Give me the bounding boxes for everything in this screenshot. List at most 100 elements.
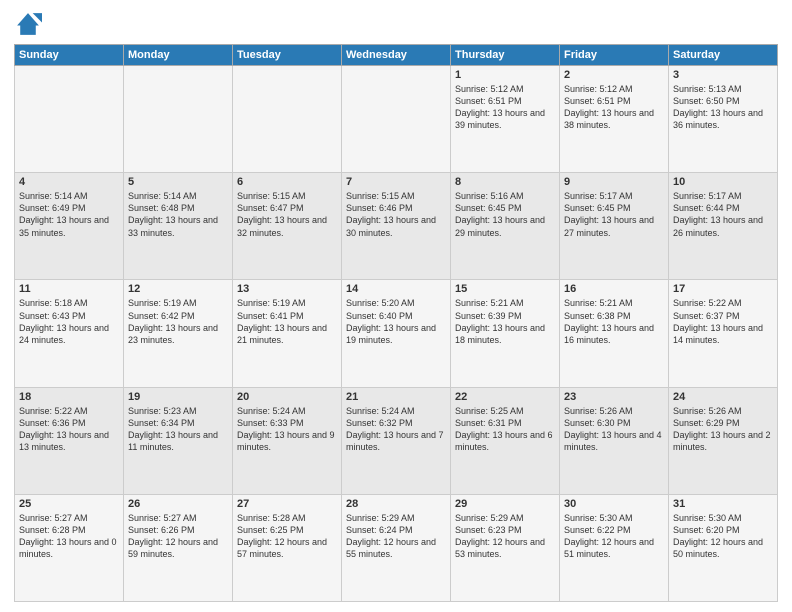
day-cell: 1 Sunrise: 5:12 AM Sunset: 6:51 PM Daylig… — [451, 66, 560, 173]
day-number: 7 — [346, 176, 446, 188]
day-cell: 7 Sunrise: 5:15 AM Sunset: 6:46 PM Daylig… — [342, 173, 451, 280]
day-info: Sunrise: 5:14 AM Sunset: 6:48 PM Dayligh… — [128, 190, 228, 239]
day-info: Sunrise: 5:23 AM Sunset: 6:34 PM Dayligh… — [128, 405, 228, 454]
logo — [14, 10, 46, 38]
day-cell: 30 Sunrise: 5:30 AM Sunset: 6:22 PM Dayli… — [560, 494, 669, 601]
day-number: 19 — [128, 391, 228, 403]
col-header-monday: Monday — [124, 45, 233, 66]
col-header-saturday: Saturday — [669, 45, 778, 66]
week-row-1: 4Sunrise: 5:14 AM Sunset: 6:49 PM Daylig… — [15, 173, 778, 280]
day-info: Sunrise: 5:28 AM Sunset: 6:25 PM Dayligh… — [237, 512, 337, 561]
day-number: 6 — [237, 176, 337, 188]
week-row-4: 25 Sunrise: 5:27 AM Sunset: 6:28 PM Dayli… — [15, 494, 778, 601]
day-info: Sunrise: 5:15 AM Sunset: 6:46 PM Dayligh… — [346, 190, 446, 239]
calendar-table: SundayMondayTuesdayWednesdayThursdayFrid… — [14, 44, 778, 602]
day-number: 26 — [128, 498, 228, 510]
day-info: Sunrise: 5:21 AM Sunset: 6:39 PM Dayligh… — [455, 297, 555, 346]
logo-icon — [14, 10, 42, 38]
day-cell: 19 Sunrise: 5:23 AM Sunset: 6:34 PM Dayli… — [124, 387, 233, 494]
day-info: Sunrise: 5:17 AM Sunset: 6:45 PM Dayligh… — [564, 190, 664, 239]
day-info: Sunrise: 5:29 AM Sunset: 6:24 PM Dayligh… — [346, 512, 446, 561]
page: SundayMondayTuesdayWednesdayThursdayFrid… — [0, 0, 792, 612]
day-info: Sunrise: 5:18 AM Sunset: 6:43 PM Dayligh… — [19, 297, 119, 346]
day-number: 11 — [19, 283, 119, 295]
day-info: Sunrise: 5:24 AM Sunset: 6:32 PM Dayligh… — [346, 405, 446, 454]
day-info: Sunrise: 5:16 AM Sunset: 6:45 PM Dayligh… — [455, 190, 555, 239]
calendar-body: 1 Sunrise: 5:12 AM Sunset: 6:51 PM Daylig… — [15, 66, 778, 602]
day-number: 16 — [564, 283, 664, 295]
day-number: 14 — [346, 283, 446, 295]
day-info: Sunrise: 5:24 AM Sunset: 6:33 PM Dayligh… — [237, 405, 337, 454]
day-cell: 2Sunrise: 5:12 AM Sunset: 6:51 PM Daylig… — [560, 66, 669, 173]
day-info: Sunrise: 5:30 AM Sunset: 6:22 PM Dayligh… — [564, 512, 664, 561]
day-info: Sunrise: 5:22 AM Sunset: 6:36 PM Dayligh… — [19, 405, 119, 454]
day-cell: 13Sunrise: 5:19 AM Sunset: 6:41 PM Dayli… — [233, 280, 342, 387]
day-number: 31 — [673, 498, 773, 510]
day-info: Sunrise: 5:15 AM Sunset: 6:47 PM Dayligh… — [237, 190, 337, 239]
day-info: Sunrise: 5:26 AM Sunset: 6:30 PM Dayligh… — [564, 405, 664, 454]
day-number: 22 — [455, 391, 555, 403]
day-cell — [15, 66, 124, 173]
week-row-0: 1 Sunrise: 5:12 AM Sunset: 6:51 PM Daylig… — [15, 66, 778, 173]
day-info: Sunrise: 5:30 AM Sunset: 6:20 PM Dayligh… — [673, 512, 773, 561]
week-row-3: 18 Sunrise: 5:22 AM Sunset: 6:36 PM Dayli… — [15, 387, 778, 494]
day-cell: 29 Sunrise: 5:29 AM Sunset: 6:23 PM Dayli… — [451, 494, 560, 601]
header — [14, 10, 778, 38]
day-cell — [233, 66, 342, 173]
day-number: 28 — [346, 498, 446, 510]
day-info: Sunrise: 5:12 AM Sunset: 6:51 PM Dayligh… — [455, 83, 555, 132]
day-info: Sunrise: 5:13 AM Sunset: 6:50 PM Dayligh… — [673, 83, 773, 132]
day-cell: 20 Sunrise: 5:24 AM Sunset: 6:33 PM Dayli… — [233, 387, 342, 494]
day-info: Sunrise: 5:27 AM Sunset: 6:26 PM Dayligh… — [128, 512, 228, 561]
day-cell — [124, 66, 233, 173]
day-number: 25 — [19, 498, 119, 510]
day-number: 9 — [564, 176, 664, 188]
day-number: 17 — [673, 283, 773, 295]
col-header-wednesday: Wednesday — [342, 45, 451, 66]
day-number: 21 — [346, 391, 446, 403]
day-cell: 8 Sunrise: 5:16 AM Sunset: 6:45 PM Daylig… — [451, 173, 560, 280]
day-cell: 6 Sunrise: 5:15 AM Sunset: 6:47 PM Daylig… — [233, 173, 342, 280]
day-cell: 31 Sunrise: 5:30 AM Sunset: 6:20 PM Dayli… — [669, 494, 778, 601]
day-cell: 4Sunrise: 5:14 AM Sunset: 6:49 PM Daylig… — [15, 173, 124, 280]
day-number: 4 — [19, 176, 119, 188]
day-number: 29 — [455, 498, 555, 510]
day-number: 3 — [673, 69, 773, 81]
day-info: Sunrise: 5:25 AM Sunset: 6:31 PM Dayligh… — [455, 405, 555, 454]
day-number: 1 — [455, 69, 555, 81]
day-info: Sunrise: 5:17 AM Sunset: 6:44 PM Dayligh… — [673, 190, 773, 239]
day-cell: 10 Sunrise: 5:17 AM Sunset: 6:44 PM Dayli… — [669, 173, 778, 280]
day-number: 27 — [237, 498, 337, 510]
day-info: Sunrise: 5:29 AM Sunset: 6:23 PM Dayligh… — [455, 512, 555, 561]
day-info: Sunrise: 5:19 AM Sunset: 6:42 PM Dayligh… — [128, 297, 228, 346]
day-cell: 17 Sunrise: 5:22 AM Sunset: 6:37 PM Dayli… — [669, 280, 778, 387]
day-cell: 18 Sunrise: 5:22 AM Sunset: 6:36 PM Dayli… — [15, 387, 124, 494]
day-info: Sunrise: 5:20 AM Sunset: 6:40 PM Dayligh… — [346, 297, 446, 346]
week-row-2: 11 Sunrise: 5:18 AM Sunset: 6:43 PM Dayli… — [15, 280, 778, 387]
day-info: Sunrise: 5:19 AM Sunset: 6:41 PM Dayligh… — [237, 297, 337, 346]
day-number: 30 — [564, 498, 664, 510]
header-row: SundayMondayTuesdayWednesdayThursdayFrid… — [15, 45, 778, 66]
col-header-friday: Friday — [560, 45, 669, 66]
day-number: 24 — [673, 391, 773, 403]
day-cell: 9 Sunrise: 5:17 AM Sunset: 6:45 PM Daylig… — [560, 173, 669, 280]
day-cell: 23Sunrise: 5:26 AM Sunset: 6:30 PM Dayli… — [560, 387, 669, 494]
day-number: 8 — [455, 176, 555, 188]
day-number: 18 — [19, 391, 119, 403]
col-header-tuesday: Tuesday — [233, 45, 342, 66]
day-number: 10 — [673, 176, 773, 188]
day-cell: 25 Sunrise: 5:27 AM Sunset: 6:28 PM Dayli… — [15, 494, 124, 601]
col-header-thursday: Thursday — [451, 45, 560, 66]
day-cell: 11 Sunrise: 5:18 AM Sunset: 6:43 PM Dayli… — [15, 280, 124, 387]
day-cell: 12Sunrise: 5:19 AM Sunset: 6:42 PM Dayli… — [124, 280, 233, 387]
day-number: 20 — [237, 391, 337, 403]
day-info: Sunrise: 5:21 AM Sunset: 6:38 PM Dayligh… — [564, 297, 664, 346]
day-number: 15 — [455, 283, 555, 295]
day-cell: 5Sunrise: 5:14 AM Sunset: 6:48 PM Daylig… — [124, 173, 233, 280]
day-info: Sunrise: 5:22 AM Sunset: 6:37 PM Dayligh… — [673, 297, 773, 346]
day-cell: 21 Sunrise: 5:24 AM Sunset: 6:32 PM Dayli… — [342, 387, 451, 494]
day-cell: 16 Sunrise: 5:21 AM Sunset: 6:38 PM Dayli… — [560, 280, 669, 387]
day-info: Sunrise: 5:27 AM Sunset: 6:28 PM Dayligh… — [19, 512, 119, 561]
day-number: 2 — [564, 69, 664, 81]
day-cell: 15 Sunrise: 5:21 AM Sunset: 6:39 PM Dayli… — [451, 280, 560, 387]
